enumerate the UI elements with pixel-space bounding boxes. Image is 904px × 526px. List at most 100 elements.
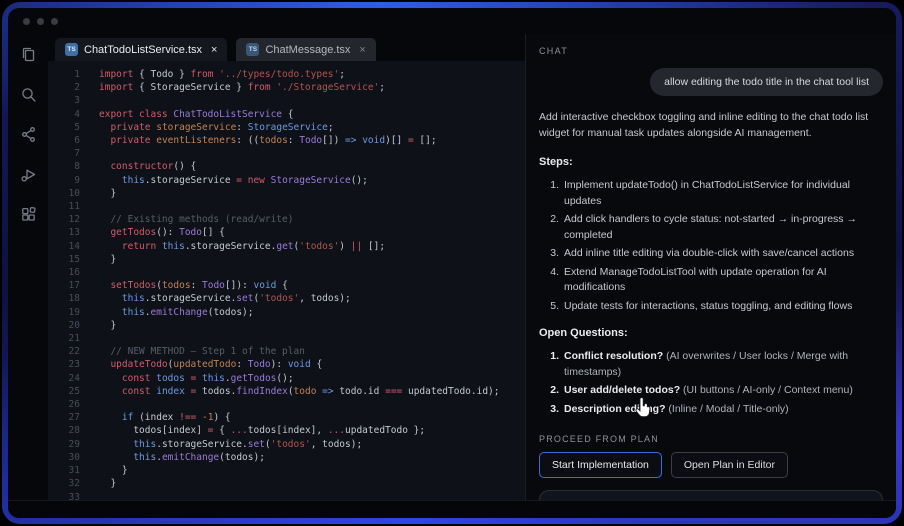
line-number: 33 bbox=[48, 491, 80, 501]
list-item-text: User add/delete todos? (UI buttons / AI-… bbox=[564, 383, 883, 399]
list-item: 5. Update tests for interactions, status … bbox=[539, 299, 883, 315]
line-number: 15 bbox=[48, 253, 80, 266]
code-line: 8 constructor() { bbox=[48, 160, 525, 173]
code-line: 7 bbox=[48, 147, 525, 160]
line-number: 8 bbox=[48, 160, 80, 173]
line-number: 32 bbox=[48, 477, 80, 490]
code-text: todos[index] = { ...todos[index], ...upd… bbox=[80, 424, 425, 437]
list-item-number: 1. bbox=[539, 349, 559, 380]
line-number: 4 bbox=[48, 108, 80, 121]
line-number: 25 bbox=[48, 385, 80, 398]
code-text: getTodos(): Todo[] { bbox=[80, 226, 225, 239]
list-item-number: 5. bbox=[539, 299, 559, 315]
line-number: 20 bbox=[48, 319, 80, 332]
source-control-icon[interactable] bbox=[20, 126, 37, 143]
code-line: 26 bbox=[48, 398, 525, 411]
code-text: } bbox=[80, 187, 116, 200]
list-item-text: Description editing? (Inline / Modal / T… bbox=[564, 402, 883, 418]
code-line: 9 this.storageService = new StorageServi… bbox=[48, 174, 525, 187]
tab-chatmessage[interactable]: TS ChatMessage.tsx × bbox=[236, 38, 375, 61]
list-item-number: 2. bbox=[539, 212, 559, 243]
line-number: 7 bbox=[48, 147, 80, 160]
code-text: if (index !== -1) { bbox=[80, 411, 231, 424]
code-line: 23 updateTodo(updatedTodo: Todo): void { bbox=[48, 358, 525, 371]
code-line: 24 const todos = this.getTodos(); bbox=[48, 372, 525, 385]
line-number: 9 bbox=[48, 174, 80, 187]
code-line: 27 if (index !== -1) { bbox=[48, 411, 525, 424]
window-control-maximize[interactable] bbox=[51, 18, 58, 25]
typescript-file-icon: TS bbox=[65, 43, 78, 56]
list-item: 2.Add click handlers to cycle status: no… bbox=[539, 212, 883, 243]
steps-list: 1.Implement updateTodo() in ChatTodoList… bbox=[539, 178, 883, 317]
code-text: } bbox=[80, 477, 116, 490]
list-item-number: 1. bbox=[539, 178, 559, 209]
line-number: 1 bbox=[48, 68, 80, 81]
code-line: 29 this.storageService.set('todos', todo… bbox=[48, 438, 525, 451]
code-line: 14 return this.storageService.get('todos… bbox=[48, 240, 525, 253]
code-line: 19 this.emitChange(todos); bbox=[48, 306, 525, 319]
line-number: 2 bbox=[48, 81, 80, 94]
code-editor[interactable]: 1import { Todo } from '../types/todo.typ… bbox=[48, 61, 525, 500]
line-number: 18 bbox=[48, 292, 80, 305]
code-text: constructor() { bbox=[80, 160, 196, 173]
code-line: 18 this.storageService.set('todos', todo… bbox=[48, 292, 525, 305]
code-text: this.storageService.set('todos', todos); bbox=[80, 438, 362, 451]
proceed-from-plan-label: PROCEED FROM PLAN bbox=[539, 434, 883, 444]
code-line: 13 getTodos(): Todo[] { bbox=[48, 226, 525, 239]
files-explorer-icon[interactable] bbox=[20, 46, 37, 63]
plan-actions-row: Start Implementation Open Plan in Editor bbox=[539, 452, 883, 478]
code-text bbox=[80, 266, 99, 279]
line-number: 3 bbox=[48, 94, 80, 107]
list-item-text: Add inline title editing via double-clic… bbox=[564, 246, 883, 262]
extensions-icon[interactable] bbox=[20, 206, 37, 223]
line-number: 11 bbox=[48, 200, 80, 213]
code-text bbox=[80, 332, 99, 345]
code-line: 5 private storageService: StorageService… bbox=[48, 121, 525, 134]
line-number: 27 bbox=[48, 411, 80, 424]
code-line: 15 } bbox=[48, 253, 525, 266]
code-text: private eventListeners: ((todos: Todo[])… bbox=[80, 134, 437, 147]
code-line: 21 bbox=[48, 332, 525, 345]
code-line: 22 // NEW METHOD — Step 1 of the plan bbox=[48, 345, 525, 358]
code-line: 25 const index = todos.findIndex(todo =>… bbox=[48, 385, 525, 398]
tab-chattodolistservice[interactable]: TS ChatTodoListService.tsx × bbox=[55, 38, 227, 61]
code-line: 31 } bbox=[48, 464, 525, 477]
code-text: } bbox=[80, 253, 116, 266]
code-line: 17 setTodos(todos: Todo[]): void { bbox=[48, 279, 525, 292]
line-number: 5 bbox=[48, 121, 80, 134]
window-control-minimize[interactable] bbox=[37, 18, 44, 25]
list-item-text: Update tests for interactions, status to… bbox=[564, 299, 883, 315]
search-icon[interactable] bbox=[20, 86, 37, 103]
code-line: 30 this.emitChange(todos); bbox=[48, 451, 525, 464]
code-line: 20 } bbox=[48, 319, 525, 332]
tab-bar: TS ChatTodoListService.tsx × TS ChatMess… bbox=[48, 34, 525, 61]
list-item: 2.User add/delete todos? (UI buttons / A… bbox=[539, 383, 883, 399]
code-line: 12 // Existing methods (read/write) bbox=[48, 213, 525, 226]
run-debug-icon[interactable] bbox=[20, 166, 37, 183]
open-questions-list: 1.Conflict resolution? (AI overwrites / … bbox=[539, 349, 883, 420]
line-number: 24 bbox=[48, 372, 80, 385]
user-message-bubble: allow editing the todo title in the chat… bbox=[650, 68, 883, 96]
assistant-intro-text: Add interactive checkbox toggling and in… bbox=[539, 110, 883, 141]
tab-close-icon[interactable]: × bbox=[359, 44, 365, 56]
tab-close-icon[interactable]: × bbox=[211, 44, 217, 56]
code-text: // NEW METHOD — Step 1 of the plan bbox=[80, 345, 305, 358]
line-number: 13 bbox=[48, 226, 80, 239]
code-line: 2import { StorageService } from './Stora… bbox=[48, 81, 525, 94]
start-implementation-button[interactable]: Start Implementation bbox=[539, 452, 662, 478]
chat-panel-title: CHAT bbox=[539, 46, 883, 56]
code-line: 28 todos[index] = { ...todos[index], ...… bbox=[48, 424, 525, 437]
screen: TS ChatTodoListService.tsx × TS ChatMess… bbox=[0, 0, 904, 526]
open-plan-in-editor-button[interactable]: Open Plan in Editor bbox=[671, 452, 788, 478]
status-bar bbox=[8, 500, 896, 518]
user-message-row: allow editing the todo title in the chat… bbox=[539, 68, 883, 96]
list-item-text: Add click handlers to cycle status: not-… bbox=[564, 212, 883, 243]
list-item-text: Implement updateTodo() in ChatTodoListSe… bbox=[564, 178, 883, 209]
list-item-number: 4. bbox=[539, 265, 559, 296]
code-text: } bbox=[80, 464, 128, 477]
code-text: import { StorageService } from './Storag… bbox=[80, 81, 385, 94]
line-number: 19 bbox=[48, 306, 80, 319]
code-text: this.storageService = new StorageService… bbox=[80, 174, 368, 187]
window-control-close[interactable] bbox=[23, 18, 30, 25]
window-glow-border: TS ChatTodoListService.tsx × TS ChatMess… bbox=[2, 2, 902, 524]
